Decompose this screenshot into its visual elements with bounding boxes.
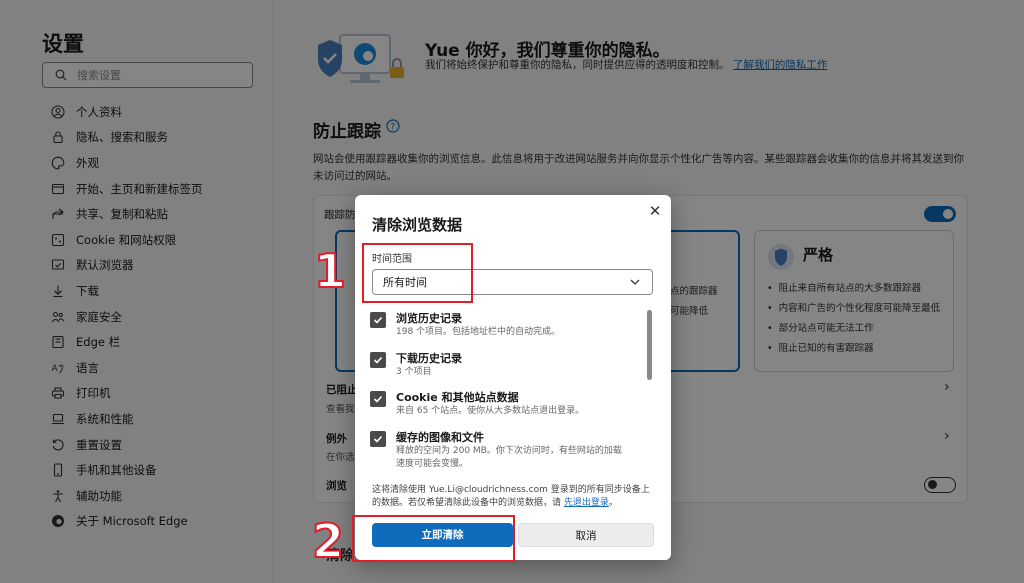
dialog-scrollbar[interactable] [647,310,652,380]
step-number-1: 1 [313,244,347,298]
option-title: 下载历史记录 [396,352,462,365]
option-title: 浏览历史记录 [396,312,462,325]
step-number-2: 2 [311,514,345,568]
highlight-box-clear-button [352,515,515,562]
option-title: 缓存的图像和文件 [396,431,484,444]
sign-out-link[interactable]: 先退出登录 [564,498,609,508]
chevron-down-icon [628,275,642,292]
option-subtitle: 释放的空间为 200 MB。你下次访问时，有些网站的加载速度可能会变慢。 [396,446,622,469]
cancel-button[interactable]: 取消 [518,523,654,547]
checkbox-browsing-history[interactable] [370,312,386,328]
checkbox-download-history[interactable] [370,352,386,368]
checkbox-cookies[interactable] [370,391,386,407]
highlight-box-time-range [362,243,473,303]
option-subtitle: 3 个项目 [396,367,432,377]
option-subtitle: 198 个项目。包括地址栏中的自动完成。 [396,327,561,337]
sync-notice-end: 。 [608,498,618,508]
sync-notice: 这将清除使用 Yue.Li@cloudrichness.com 登录到的所有同步… [372,484,654,510]
dialog-title: 清除浏览数据 [372,216,463,234]
option-subtitle: 来自 65 个站点。使你从大多数站点退出登录。 [396,406,585,416]
data-types-list: 浏览历史记录 198 个项目。包括地址栏中的自动完成。 下载历史记录 3 个项目… [355,307,671,475]
checkbox-cached-files[interactable] [370,431,386,447]
option-title: Cookie 和其他站点数据 [396,391,519,404]
close-icon[interactable]: ✕ [646,202,664,220]
